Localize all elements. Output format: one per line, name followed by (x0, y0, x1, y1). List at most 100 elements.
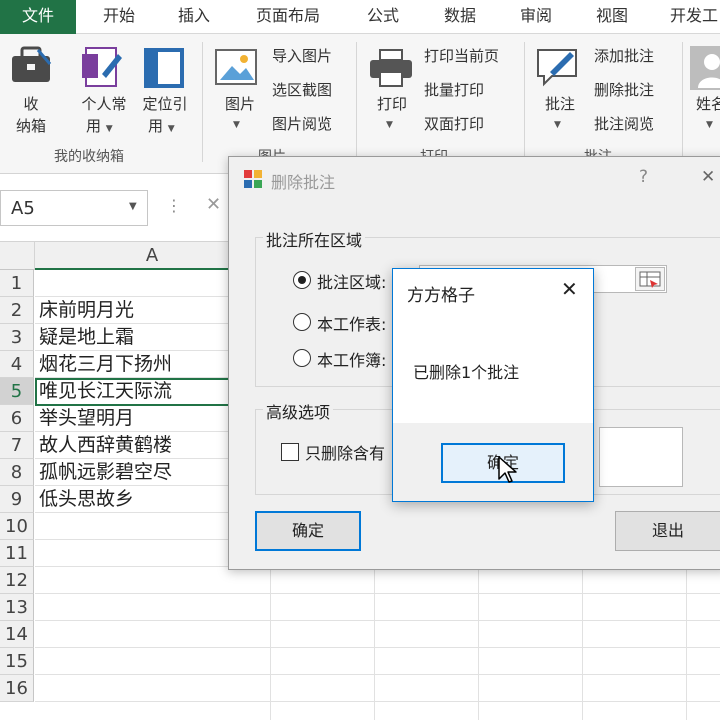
cancel-icon[interactable]: ✕ (206, 194, 221, 215)
storage-box-label: 收 (23, 95, 39, 113)
row-header[interactable]: 2 (0, 297, 34, 324)
row-header[interactable]: 13 (0, 594, 34, 621)
person-icon (690, 46, 720, 90)
grid-line (35, 674, 720, 675)
close-button[interactable]: ✕ (701, 167, 715, 187)
toolbox-icon (12, 46, 52, 82)
grid-line (35, 620, 720, 621)
tab-view[interactable]: 视图 (596, 0, 628, 34)
row-header[interactable]: 15 (0, 648, 34, 675)
row-header[interactable]: 12 (0, 567, 34, 594)
grid-line (35, 593, 720, 594)
locate-ref-button[interactable] (142, 46, 186, 94)
radio-comment-area[interactable] (293, 271, 311, 289)
cell-a8[interactable]: 孤帆远影碧空尽 (35, 459, 172, 486)
ribbon-separator (682, 42, 683, 162)
only-delete-checkbox[interactable] (281, 443, 299, 461)
cell-a15[interactable] (35, 648, 39, 675)
tab-review[interactable]: 审阅 (520, 0, 552, 34)
row-header[interactable]: 5 (0, 378, 34, 405)
ok-button[interactable]: 确定 (255, 511, 361, 551)
name-button[interactable] (690, 46, 720, 90)
tab-data[interactable]: 数据 (444, 0, 476, 34)
tab-file[interactable]: 文件 (0, 0, 76, 34)
printer-icon (370, 49, 412, 87)
cell-a2[interactable]: 床前明月光 (35, 297, 134, 324)
cell-a14[interactable] (35, 621, 39, 648)
region-screenshot-button[interactable]: 选区截图 (272, 80, 332, 100)
personal-button[interactable] (80, 46, 124, 94)
comment-browse-button[interactable]: 批注阅览 (594, 114, 654, 134)
help-button[interactable]: ? (639, 167, 648, 187)
cell-a3[interactable]: 疑是地上霜 (35, 324, 134, 351)
cell-a13[interactable] (35, 594, 39, 621)
option-comment-area-label: 批注区域: (317, 273, 387, 292)
name-box[interactable]: A5 ▼ (0, 190, 148, 226)
row-header[interactable]: 4 (0, 351, 34, 378)
area-group-label: 批注所在区域 (263, 227, 366, 251)
row-header[interactable]: 14 (0, 621, 34, 648)
cell-a9[interactable]: 低头思故乡 (35, 486, 134, 513)
grid-line (35, 647, 720, 648)
comment-button[interactable] (536, 46, 582, 94)
chevron-down-icon: ▼ (554, 120, 561, 130)
row-header[interactable]: 16 (0, 675, 34, 702)
row-header[interactable]: 1 (0, 270, 34, 297)
row-header[interactable]: 8 (0, 459, 34, 486)
row-header[interactable]: 6 (0, 405, 34, 432)
comment-pen-icon (537, 49, 577, 87)
exit-button[interactable]: 退出 (615, 511, 720, 551)
row-header[interactable]: 7 (0, 432, 34, 459)
print-label: 打印 (376, 95, 407, 113)
cell-a10[interactable] (35, 513, 39, 540)
storage-box-label-2: 纳箱 (15, 117, 46, 135)
print-current-button[interactable]: 打印当前页 (424, 46, 499, 66)
picture-label: 图片 (224, 95, 255, 113)
print-button[interactable] (368, 48, 414, 92)
close-button[interactable]: ✕ (561, 277, 578, 301)
import-picture-button[interactable]: 导入图片 (272, 46, 332, 66)
tab-insert[interactable]: 插入 (178, 0, 210, 34)
row-header[interactable]: 9 (0, 486, 34, 513)
duplex-print-button[interactable]: 双面打印 (424, 114, 484, 134)
delete-comment-button[interactable]: 删除批注 (594, 80, 654, 100)
cell-a16[interactable] (35, 675, 39, 702)
cell-a1[interactable] (35, 270, 39, 297)
tab-developer[interactable]: 开发工 (670, 0, 718, 34)
range-select-button[interactable] (635, 267, 665, 291)
only-delete-input[interactable] (599, 427, 683, 487)
locate-ref-label-2: 用 (148, 117, 164, 135)
picture-browse-button[interactable]: 图片阅览 (272, 114, 332, 134)
chevron-down-icon: ▼ (233, 120, 240, 130)
cell-a7[interactable]: 故人西辞黄鹤楼 (35, 432, 172, 459)
picture-icon (215, 49, 257, 85)
message-box-title: 方方格子 (407, 286, 475, 306)
storage-box-button[interactable] (8, 44, 54, 90)
cell-a12[interactable] (35, 567, 39, 594)
message-text: 已删除1个批注 (413, 363, 520, 382)
row-header[interactable]: 10 (0, 513, 34, 540)
tab-formulas[interactable]: 公式 (367, 0, 399, 34)
select-all-corner[interactable] (0, 242, 35, 270)
message-box: 方方格子 ✕ 已删除1个批注 确定 (392, 268, 594, 502)
personal-label-2: 用 (86, 117, 102, 135)
radio-this-sheet[interactable] (293, 313, 311, 331)
tab-page-layout[interactable]: 页面布局 (256, 0, 320, 34)
cell-a4[interactable]: 烟花三月下扬州 (35, 351, 172, 378)
cell-a11[interactable] (35, 540, 39, 567)
dialog-title: 删除批注 (271, 173, 336, 192)
ribbon-separator (356, 42, 357, 162)
radio-this-workbook[interactable] (293, 349, 311, 367)
chevron-down-icon: ▼ (167, 124, 175, 134)
row-header[interactable]: 3 (0, 324, 34, 351)
ribbon-tab-bar: 文件 开始 插入 页面布局 公式 数据 审阅 视图 开发工 (0, 0, 720, 34)
tab-home[interactable]: 开始 (103, 0, 135, 34)
cell-a6[interactable]: 举头望明月 (35, 405, 134, 432)
row-header[interactable]: 11 (0, 540, 34, 567)
chevron-down-icon[interactable]: ▼ (129, 201, 137, 212)
picture-button[interactable] (214, 46, 260, 94)
mouse-cursor-icon (498, 456, 517, 483)
option-this-workbook-label: 本工作簿: (317, 351, 387, 370)
batch-print-button[interactable]: 批量打印 (424, 80, 484, 100)
add-comment-button[interactable]: 添加批注 (594, 46, 654, 66)
